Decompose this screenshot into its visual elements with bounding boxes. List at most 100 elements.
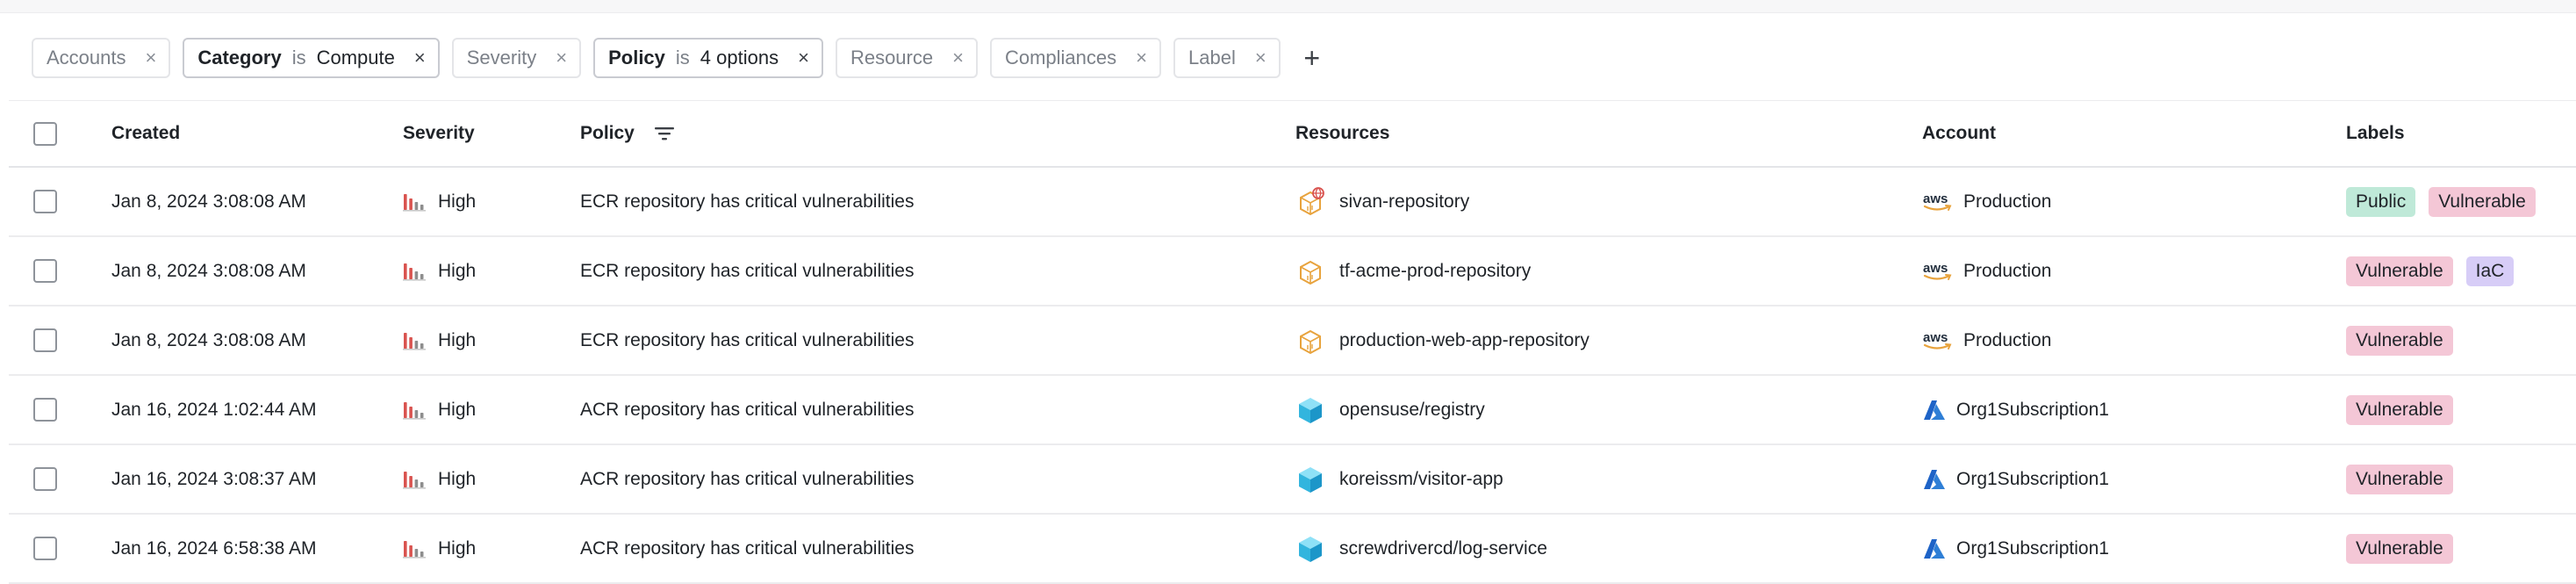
azure-logo-icon bbox=[1922, 468, 1947, 491]
resource-name[interactable]: opensuse/registry bbox=[1339, 400, 1485, 421]
row-checkbox[interactable] bbox=[33, 537, 57, 560]
resource-name[interactable]: sivan-repository bbox=[1339, 191, 1469, 213]
policy-name[interactable]: ECR repository has critical vulnerabilit… bbox=[580, 306, 914, 374]
row-checkbox[interactable] bbox=[33, 328, 57, 352]
severity-high-icon bbox=[403, 400, 426, 420]
aws-logo-text: aws bbox=[1923, 330, 1948, 345]
filter-chip-operator: is bbox=[291, 47, 306, 68]
filter-chip-value: 4 options bbox=[700, 47, 779, 68]
azure-logo-icon bbox=[1922, 537, 1947, 560]
row-checkbox[interactable] bbox=[33, 190, 57, 213]
row-checkbox[interactable] bbox=[33, 467, 57, 491]
created-date: Jan 16, 2024 6:58:38 AM bbox=[111, 537, 317, 559]
filter-chip-policy[interactable]: Policy is 4 options × bbox=[593, 38, 823, 78]
label-badge[interactable]: Vulnerable bbox=[2346, 533, 2453, 564]
column-header-created[interactable]: Created bbox=[111, 101, 180, 166]
account-name: Production bbox=[1963, 260, 2052, 281]
account-name: Org1Subscription1 bbox=[1956, 399, 2109, 420]
column-header-account[interactable]: Account bbox=[1922, 101, 1996, 166]
created-date: Jan 8, 2024 3:08:08 AM bbox=[111, 329, 306, 350]
severity-high-icon bbox=[403, 539, 426, 559]
filter-chip-operator: is bbox=[675, 47, 690, 68]
label-badge[interactable]: Vulnerable bbox=[2346, 464, 2453, 494]
aws-logo-text: aws bbox=[1923, 191, 1948, 206]
severity-label: High bbox=[438, 191, 477, 212]
close-icon[interactable]: × bbox=[1136, 48, 1147, 68]
acr-registry-icon bbox=[1295, 465, 1325, 494]
severity-high-icon bbox=[403, 331, 426, 350]
policy-name[interactable]: ECR repository has critical vulnerabilit… bbox=[580, 168, 914, 235]
resource-name[interactable]: screwdrivercd/log-service bbox=[1339, 538, 1547, 559]
acr-registry-icon bbox=[1295, 534, 1325, 564]
close-icon[interactable]: × bbox=[798, 48, 809, 68]
severity-high-icon bbox=[403, 262, 426, 281]
column-header-severity[interactable]: Severity bbox=[403, 101, 475, 166]
aws-logo-icon: aws bbox=[1922, 329, 1954, 352]
column-header-labels[interactable]: Labels bbox=[2346, 101, 2405, 166]
filter-chip-key: Resource bbox=[850, 47, 934, 68]
close-icon[interactable]: × bbox=[1255, 48, 1266, 68]
severity-high-icon bbox=[403, 470, 426, 489]
table-header: Created Severity Policy Resources Accoun… bbox=[9, 100, 2576, 168]
label-badge[interactable]: Vulnerable bbox=[2346, 325, 2453, 356]
filter-chip-value: Compute bbox=[316, 47, 395, 68]
add-filter-button[interactable]: + bbox=[1295, 38, 1330, 78]
account-name: Production bbox=[1963, 191, 2052, 212]
severity-label: High bbox=[438, 468, 477, 489]
row-checkbox[interactable] bbox=[33, 398, 57, 422]
table-row[interactable]: Jan 8, 2024 3:08:08 AM High ECR repository… bbox=[9, 168, 2576, 237]
ecr-repository-icon bbox=[1295, 326, 1325, 356]
column-header-resources[interactable]: Resources bbox=[1295, 101, 1389, 166]
filter-chip-compliances[interactable]: Compliances × bbox=[989, 38, 1161, 78]
label-badge[interactable]: Public bbox=[2346, 186, 2416, 217]
policy-name[interactable]: ACR repository has critical vulnerabilit… bbox=[580, 515, 914, 582]
severity-label: High bbox=[438, 399, 477, 420]
created-date: Jan 8, 2024 3:08:08 AM bbox=[111, 260, 306, 281]
close-icon[interactable]: × bbox=[414, 48, 426, 68]
label-badge[interactable]: Vulnerable bbox=[2346, 256, 2453, 286]
filter-chip-resource[interactable]: Resource × bbox=[835, 38, 978, 78]
filter-chip-category[interactable]: Category is Compute × bbox=[183, 38, 440, 78]
top-bar bbox=[0, 0, 2576, 13]
resource-name[interactable]: koreissm/visitor-app bbox=[1339, 469, 1503, 490]
filter-chip-key: Accounts bbox=[47, 47, 126, 68]
table-row[interactable]: Jan 16, 2024 1:02:44 AM High ACR repositor… bbox=[9, 376, 2576, 445]
ecr-repository-public-icon bbox=[1295, 186, 1325, 217]
label-badge[interactable]: Vulnerable bbox=[2429, 186, 2536, 217]
close-icon[interactable]: × bbox=[556, 48, 567, 68]
column-header-policy[interactable]: Policy bbox=[580, 123, 635, 144]
policy-name[interactable]: ECR repository has critical vulnerabilit… bbox=[580, 237, 914, 305]
filter-chip-severity[interactable]: Severity × bbox=[451, 38, 582, 78]
filter-chip-key: Category bbox=[197, 47, 282, 68]
table-row[interactable]: Jan 8, 2024 3:08:08 AM High ECR repository… bbox=[9, 306, 2576, 376]
aws-logo-icon: aws bbox=[1922, 191, 1954, 213]
severity-label: High bbox=[438, 537, 477, 559]
filter-chip-key: Compliances bbox=[1004, 47, 1117, 68]
select-all-checkbox[interactable] bbox=[33, 121, 57, 146]
table-row[interactable]: Jan 8, 2024 3:08:08 AM High ECR repository… bbox=[9, 237, 2576, 306]
filter-chip-label[interactable]: Label × bbox=[1173, 38, 1281, 78]
label-badge[interactable]: Vulnerable bbox=[2346, 394, 2453, 425]
created-date: Jan 16, 2024 1:02:44 AM bbox=[111, 399, 317, 420]
resource-name[interactable]: tf-acme-prod-repository bbox=[1339, 261, 1531, 282]
acr-registry-icon bbox=[1295, 395, 1325, 425]
close-icon[interactable]: × bbox=[952, 48, 964, 68]
label-badge[interactable]: IaC bbox=[2465, 256, 2515, 286]
filter-chip-key: Policy bbox=[608, 47, 665, 68]
account-name: Org1Subscription1 bbox=[1956, 537, 2109, 559]
close-icon[interactable]: × bbox=[146, 48, 157, 68]
account-name: Production bbox=[1963, 329, 2052, 350]
table-row[interactable]: Jan 16, 2024 3:08:37 AM High ACR repositor… bbox=[9, 445, 2576, 515]
account-name: Org1Subscription1 bbox=[1956, 468, 2109, 489]
row-checkbox[interactable] bbox=[33, 259, 57, 283]
policy-name[interactable]: ACR repository has critical vulnerabilit… bbox=[580, 376, 914, 443]
azure-logo-icon bbox=[1922, 399, 1947, 422]
filter-bar: Accounts × Category is Compute × Severity × Poli… bbox=[32, 37, 1330, 79]
resource-name[interactable]: production-web-app-repository bbox=[1339, 330, 1589, 351]
filter-lines-icon[interactable] bbox=[654, 126, 675, 141]
created-date: Jan 16, 2024 3:08:37 AM bbox=[111, 468, 317, 489]
table-row[interactable]: Jan 16, 2024 6:58:38 AM High ACR repositor… bbox=[9, 515, 2576, 584]
created-date: Jan 8, 2024 3:08:08 AM bbox=[111, 191, 306, 212]
policy-name[interactable]: ACR repository has critical vulnerabilit… bbox=[580, 445, 914, 513]
filter-chip-accounts[interactable]: Accounts × bbox=[32, 38, 171, 78]
